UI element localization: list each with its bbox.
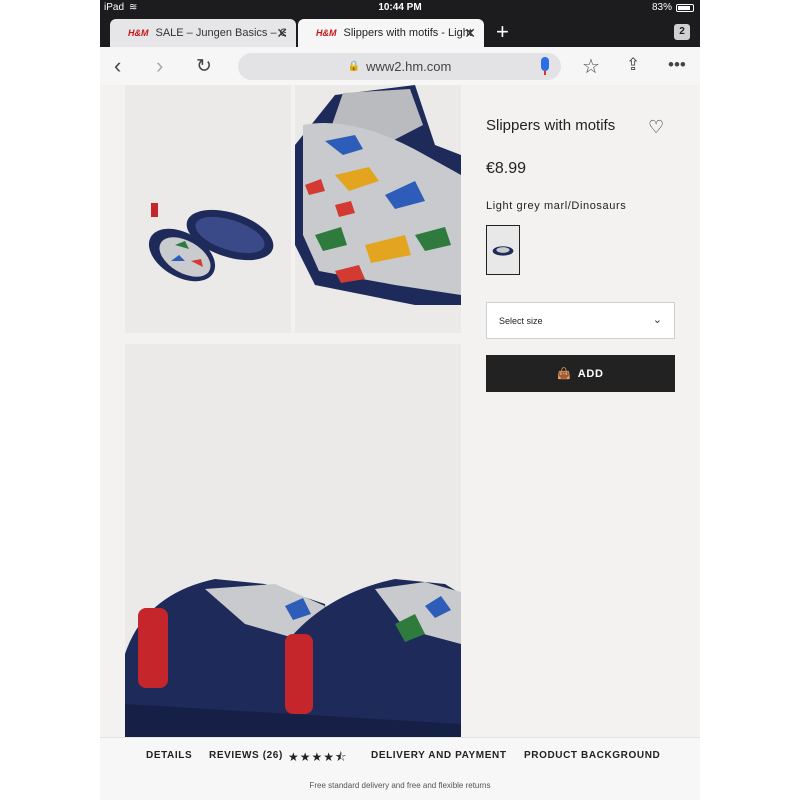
star-icon[interactable]: ☆ — [582, 54, 600, 79]
product-image-1[interactable] — [125, 85, 291, 333]
tab-title: SALE – Jungen Basics – Gr — [155, 27, 286, 39]
swatch-slipper-icon — [492, 246, 514, 256]
slipper-heels-image — [125, 344, 461, 737]
product-image-2[interactable] — [295, 85, 461, 333]
delivery-note: Free standard delivery and free and flex… — [309, 781, 491, 790]
battery-icon — [676, 3, 694, 12]
back-icon[interactable]: ‹ — [114, 53, 121, 79]
size-select[interactable]: Select size ⌄ — [486, 302, 675, 339]
tab-title: Slippers with motifs - Light — [343, 27, 472, 39]
close-icon[interactable]: ✕ — [464, 25, 476, 42]
product-title: Slippers with motifs — [486, 117, 616, 134]
address-bar[interactable]: 🔒 www2.hm.com — [238, 53, 561, 80]
lock-icon: 🔒 — [347, 61, 361, 72]
tab-count-button[interactable]: 2 — [674, 24, 690, 40]
color-swatch[interactable] — [486, 225, 520, 275]
slipper-closeup-image — [295, 85, 461, 333]
chevron-down-icon: ⌄ — [652, 314, 662, 326]
tab-delivery[interactable]: DELIVERY AND PAYMENT — [371, 750, 507, 761]
tab-background[interactable]: PRODUCT BACKGROUND — [524, 750, 660, 761]
tab-reviews[interactable]: REVIEWS (26) — [209, 750, 283, 761]
rating-stars-icon: ★★★★⯪ — [288, 750, 348, 764]
more-icon[interactable]: ••• — [668, 55, 686, 75]
tab-bar: H&M SALE – Jungen Basics – Gr ✕ H&M Slip… — [100, 17, 700, 47]
product-price: €8.99 — [486, 160, 527, 177]
add-button-label: ADD — [577, 367, 604, 380]
bag-icon: 👜 — [557, 368, 572, 380]
browser-toolbar: ‹ › ↻ 🔒 www2.hm.com ☆ ⇪ ••• — [100, 47, 700, 85]
product-info-nav: DETAILS REVIEWS (26) ★★★★⯪ DELIVERY AND … — [100, 737, 700, 800]
tab-details[interactable]: DETAILS — [146, 750, 192, 761]
reload-icon[interactable]: ↻ — [196, 55, 212, 78]
size-select-value: Select size — [499, 315, 543, 326]
share-icon[interactable]: ⇪ — [626, 55, 640, 75]
heart-icon[interactable]: ♡ — [648, 117, 664, 138]
url-text: www2.hm.com — [366, 59, 452, 74]
forward-icon[interactable]: › — [156, 53, 163, 79]
slipper-image — [125, 85, 291, 333]
clock: 10:44 PM — [378, 2, 422, 13]
status-bar: iPad ≋ 10:44 PM 83% — [100, 0, 700, 17]
color-name: Light grey marl/Dinosaurs — [486, 200, 627, 212]
browser-window: iPad ≋ 10:44 PM 83% H&M SALE – Jungen Ba… — [100, 0, 700, 800]
hm-logo-icon: H&M — [316, 28, 337, 38]
tab-slippers[interactable]: H&M Slippers with motifs - Light ✕ — [298, 19, 484, 47]
hm-logo-icon: H&M — [128, 28, 149, 38]
close-icon[interactable]: ✕ — [276, 25, 288, 42]
battery-percent: 83% — [651, 2, 672, 13]
product-image-3[interactable] — [125, 344, 461, 737]
microphone-icon[interactable] — [541, 57, 549, 75]
product-page: Slippers with motifs ♡ €8.99 Light grey … — [100, 85, 700, 737]
plus-icon[interactable]: + — [496, 19, 509, 45]
tab-sale[interactable]: H&M SALE – Jungen Basics – Gr ✕ — [110, 19, 296, 47]
add-to-bag-button[interactable]: 👜 ADD — [486, 355, 675, 392]
